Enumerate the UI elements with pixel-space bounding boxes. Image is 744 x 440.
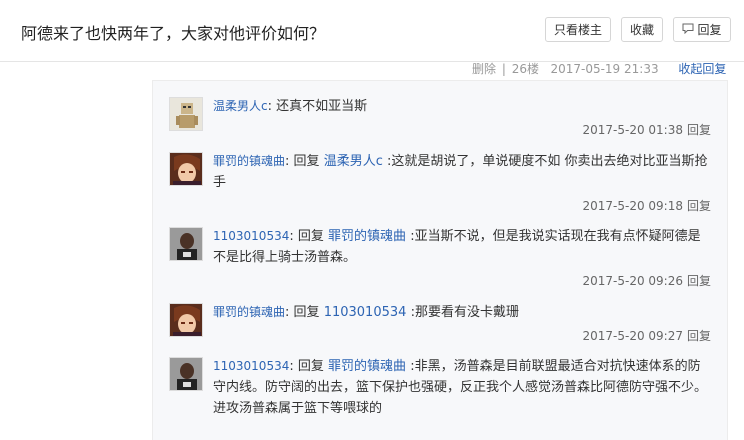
reply-target-user[interactable]: 罪罚的镇魂曲 xyxy=(328,229,406,244)
player-avatar-icon[interactable] xyxy=(169,357,203,391)
reply-action-link[interactable]: 回复 xyxy=(687,274,711,288)
reply-username[interactable]: 罪罚的镇魂曲 xyxy=(213,305,285,319)
anime-avatar-icon[interactable] xyxy=(169,303,203,337)
reply-content: :那要看有没卡戴珊 xyxy=(410,305,519,320)
reply-content: 还真不如亚当斯 xyxy=(276,99,368,114)
reply-button-label: 回复 xyxy=(697,23,722,37)
reply-word: 回复 xyxy=(297,359,324,374)
post-time: 2017-05-19 21:33 xyxy=(550,62,659,76)
reply-username[interactable]: 1103010534 xyxy=(213,229,289,243)
reply-colon: : xyxy=(285,305,290,320)
collapse-replies-link[interactable]: 收起回复 xyxy=(678,62,726,76)
favorite-button[interactable]: 收藏 xyxy=(621,17,663,42)
reply-word: 回复 xyxy=(293,154,320,169)
reply-colon: : xyxy=(285,154,290,169)
reply-colon: : xyxy=(267,99,272,114)
reply-footer: 2017-5-20 09:27 回复 xyxy=(582,327,711,344)
reply-username[interactable]: 温柔男人c xyxy=(213,99,268,113)
comment-icon xyxy=(682,18,694,42)
reply-username[interactable]: 罪罚的镇魂曲 xyxy=(213,154,285,168)
thread-header: 阿德来了也快两年了，大家对他评价如何？ 只看楼主 收藏 回复 xyxy=(0,0,744,62)
meta-separator: | xyxy=(501,62,506,76)
reply-action-link[interactable]: 回复 xyxy=(687,329,711,343)
reply-time: 2017-5-20 09:18 xyxy=(582,199,683,213)
reply-text: 温柔男人c: 还真不如亚当斯 xyxy=(213,96,713,117)
reply-target-user[interactable]: 1103010534 xyxy=(324,305,407,320)
reply-footer: 2017-5-20 09:18 回复 xyxy=(582,197,711,214)
anime-avatar-icon[interactable] xyxy=(169,152,203,186)
reply-time: 2017-5-20 01:38 xyxy=(582,123,683,137)
reply-text: 1103010534: 回复 罪罚的镇魂曲 :亚当斯不说，但是我说实话现在我有点… xyxy=(213,226,713,268)
post-meta: 删除 | 26楼 2017-05-19 21:33 收起回复 xyxy=(472,60,726,77)
reply-time: 2017-5-20 09:26 xyxy=(582,274,683,288)
reply-colon: : xyxy=(289,359,294,374)
reply-action-link[interactable]: 回复 xyxy=(687,123,711,137)
thread-title: 阿德来了也快两年了，大家对他评价如何？ xyxy=(21,24,326,43)
reply-button[interactable]: 回复 xyxy=(673,17,731,42)
reply-footer: 2017-5-20 01:38 回复 xyxy=(582,121,711,138)
player-avatar-icon[interactable] xyxy=(169,227,203,261)
reply-text: 罪罚的镇魂曲: 回复 1103010534 :那要看有没卡戴珊 xyxy=(213,302,713,323)
reply-text: 罪罚的镇魂曲: 回复 温柔男人c :这就是胡说了，单说硬度不如 你卖出去绝对比亚… xyxy=(213,151,713,193)
reply-text: 1103010534: 回复 罪罚的镇魂曲 :非黑，汤普森是目前联盟最适合对抗快… xyxy=(213,356,713,419)
reply-action-link[interactable]: 回复 xyxy=(687,199,711,213)
reply-colon: : xyxy=(289,229,294,244)
only-op-button[interactable]: 只看楼主 xyxy=(545,17,611,42)
reply-word: 回复 xyxy=(297,229,324,244)
doll-avatar-icon[interactable] xyxy=(169,97,203,131)
reply-target-user[interactable]: 罪罚的镇魂曲 xyxy=(328,359,406,374)
delete-link[interactable]: 删除 xyxy=(472,62,496,76)
floor-number: 26楼 xyxy=(511,62,539,76)
reply-time: 2017-5-20 09:27 xyxy=(582,329,683,343)
reply-username[interactable]: 1103010534 xyxy=(213,359,289,373)
reply-footer: 2017-5-20 09:26 回复 xyxy=(582,272,711,289)
reply-word: 回复 xyxy=(293,305,320,320)
reply-target-user[interactable]: 温柔男人c xyxy=(324,154,383,169)
